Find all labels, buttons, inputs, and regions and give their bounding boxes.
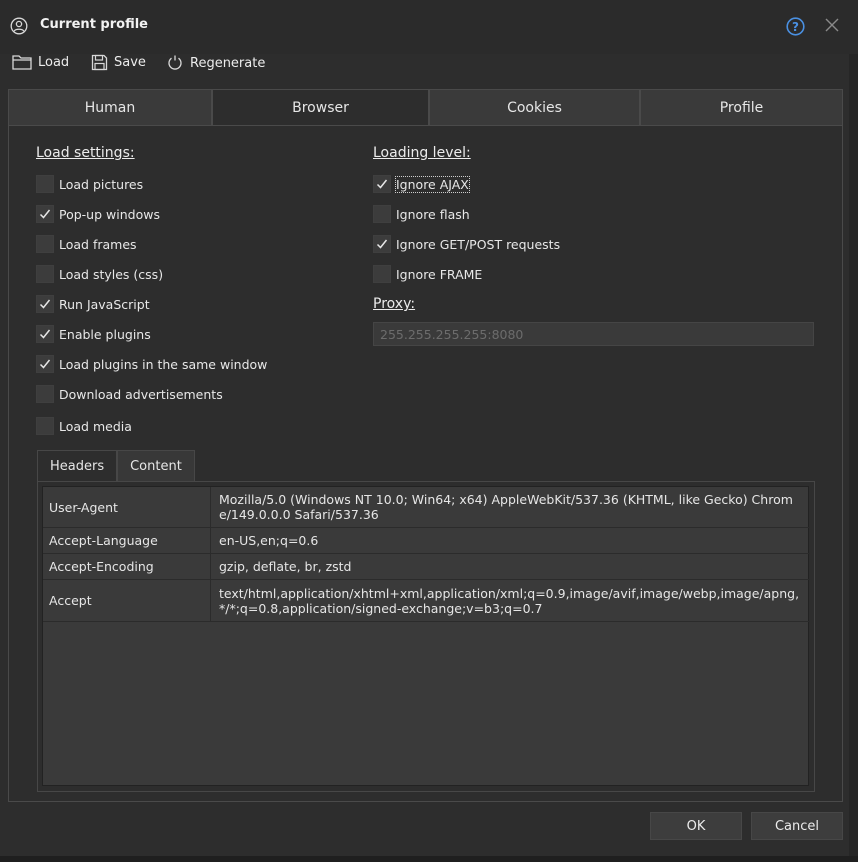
window-edge xyxy=(849,0,858,862)
header-key: Accept-Language xyxy=(43,528,211,553)
header-value[interactable]: Mozilla/5.0 (Windows NT 10.0; Win64; x64… xyxy=(211,487,810,527)
checkbox-download-ads[interactable]: Download advertisements xyxy=(36,384,223,404)
toolbar: Load Save Regenerate xyxy=(0,52,858,78)
tab-cookies[interactable]: Cookies xyxy=(429,89,640,126)
checkbox-label: Load frames xyxy=(59,236,137,252)
profile-window: Current profile ? Load Save Regenerate H… xyxy=(0,0,858,862)
load-button[interactable]: Load xyxy=(12,54,69,70)
tab-browser[interactable]: Browser xyxy=(212,89,429,126)
main-tabs: Human Browser Cookies Profile xyxy=(8,89,843,126)
checkmark-icon xyxy=(39,329,51,339)
svg-text:?: ? xyxy=(792,20,799,34)
checkbox-label: Ignore flash xyxy=(396,206,470,222)
proxy-input[interactable] xyxy=(373,322,814,346)
checkmark-icon xyxy=(376,239,388,249)
save-button[interactable]: Save xyxy=(91,54,146,71)
checkbox-label: Load media xyxy=(59,418,132,434)
tab-headers[interactable]: Headers xyxy=(37,450,118,482)
tab-human[interactable]: Human xyxy=(8,89,212,126)
checkbox-ignore-flash[interactable]: Ignore flash xyxy=(373,204,470,224)
checkbox-box[interactable] xyxy=(36,417,54,435)
header-key: Accept-Encoding xyxy=(43,554,211,579)
ok-button[interactable]: OK xyxy=(650,812,742,840)
tab-label: Browser xyxy=(292,99,349,116)
floppy-disk-icon xyxy=(91,54,108,71)
checkmark-icon xyxy=(39,359,51,369)
checkbox-label: Enable plugins xyxy=(59,326,151,342)
checkbox-box[interactable] xyxy=(36,235,54,253)
checkbox-label: Download advertisements xyxy=(59,386,223,402)
checkbox-label: Ignore FRAME xyxy=(396,266,483,282)
table-row[interactable]: Accept text/html,application/xhtml+xml,a… xyxy=(43,580,810,622)
tab-label: Human xyxy=(84,99,136,116)
checkbox-box[interactable] xyxy=(36,205,54,223)
checkbox-plugins-same-window[interactable]: Load plugins in the same window xyxy=(36,354,267,374)
checkbox-popup-windows[interactable]: Pop-up windows xyxy=(36,204,160,224)
checkbox-run-javascript[interactable]: Run JavaScript xyxy=(36,294,150,314)
tab-label: Content xyxy=(130,458,182,474)
header-value[interactable]: en-US,en;q=0.6 xyxy=(211,528,810,553)
checkbox-label: Load pictures xyxy=(59,176,144,192)
checkmark-icon xyxy=(39,299,51,309)
loading-level-heading: Loading level: xyxy=(373,145,471,161)
checkbox-label: Pop-up windows xyxy=(59,206,160,222)
checkbox-label: Ignore AJAX xyxy=(395,175,470,193)
checkbox-load-pictures[interactable]: Load pictures xyxy=(36,174,143,194)
checkbox-box[interactable] xyxy=(36,295,54,313)
sub-tabs: Headers Content xyxy=(37,450,195,482)
close-icon[interactable] xyxy=(824,17,840,33)
user-circle-icon xyxy=(10,17,28,35)
tab-content[interactable]: Content xyxy=(117,450,195,482)
checkbox-ignore-frame[interactable]: Ignore FRAME xyxy=(373,264,482,284)
table-row[interactable]: Accept-Language en-US,en;q=0.6 xyxy=(43,528,810,554)
regenerate-button[interactable]: Regenerate xyxy=(166,54,265,72)
checkbox-label: Load plugins in the same window xyxy=(59,356,268,372)
regenerate-label: Regenerate xyxy=(190,55,266,71)
checkbox-box[interactable] xyxy=(36,175,54,193)
checkmark-icon xyxy=(39,209,51,219)
tab-label: Headers xyxy=(50,458,105,474)
tab-profile[interactable]: Profile xyxy=(640,89,843,126)
proxy-heading: Proxy: xyxy=(373,296,416,312)
folder-icon xyxy=(12,55,32,70)
checkbox-box[interactable] xyxy=(373,205,391,223)
checkbox-box[interactable] xyxy=(36,355,54,373)
checkbox-load-styles[interactable]: Load styles (css) xyxy=(36,264,163,284)
header-value[interactable]: gzip, deflate, br, zstd xyxy=(211,554,810,579)
window-title: Current profile xyxy=(40,17,148,32)
checkbox-box[interactable] xyxy=(36,265,54,283)
tab-label: Cookies xyxy=(507,99,562,116)
checkbox-ignore-ajax[interactable]: Ignore AJAX xyxy=(373,174,470,194)
tab-label: Profile xyxy=(719,99,764,116)
save-label: Save xyxy=(114,55,146,70)
checkbox-load-frames[interactable]: Load frames xyxy=(36,234,137,254)
checkbox-box[interactable] xyxy=(36,385,54,403)
headers-table[interactable]: User-Agent Mozilla/5.0 (Windows NT 10.0;… xyxy=(42,486,810,786)
checkbox-load-media[interactable]: Load media xyxy=(36,416,132,436)
checkbox-box[interactable] xyxy=(36,325,54,343)
checkbox-box[interactable] xyxy=(373,175,391,193)
table-row[interactable]: User-Agent Mozilla/5.0 (Windows NT 10.0;… xyxy=(43,487,810,528)
table-row[interactable]: Accept-Encoding gzip, deflate, br, zstd xyxy=(43,554,810,580)
title-bar: Current profile ? xyxy=(0,0,858,54)
checkbox-box[interactable] xyxy=(373,235,391,253)
checkbox-ignore-get-post[interactable]: Ignore GET/POST requests xyxy=(373,234,560,254)
help-circle-icon[interactable]: ? xyxy=(786,17,805,36)
load-label: Load xyxy=(38,54,70,70)
header-key: Accept xyxy=(43,580,211,621)
checkbox-box[interactable] xyxy=(373,265,391,283)
power-refresh-icon xyxy=(168,55,182,70)
cancel-button[interactable]: Cancel xyxy=(751,812,843,840)
checkbox-label: Run JavaScript xyxy=(59,296,150,312)
checkbox-enable-plugins[interactable]: Enable plugins xyxy=(36,324,151,344)
header-key: User-Agent xyxy=(43,487,211,527)
window-edge-bottom xyxy=(0,856,858,862)
checkbox-label: Ignore GET/POST requests xyxy=(396,236,561,252)
checkmark-icon xyxy=(376,179,388,189)
header-value[interactable]: text/html,application/xhtml+xml,applicat… xyxy=(211,580,810,621)
load-settings-heading: Load settings: xyxy=(36,145,135,161)
checkbox-label: Load styles (css) xyxy=(59,266,164,282)
